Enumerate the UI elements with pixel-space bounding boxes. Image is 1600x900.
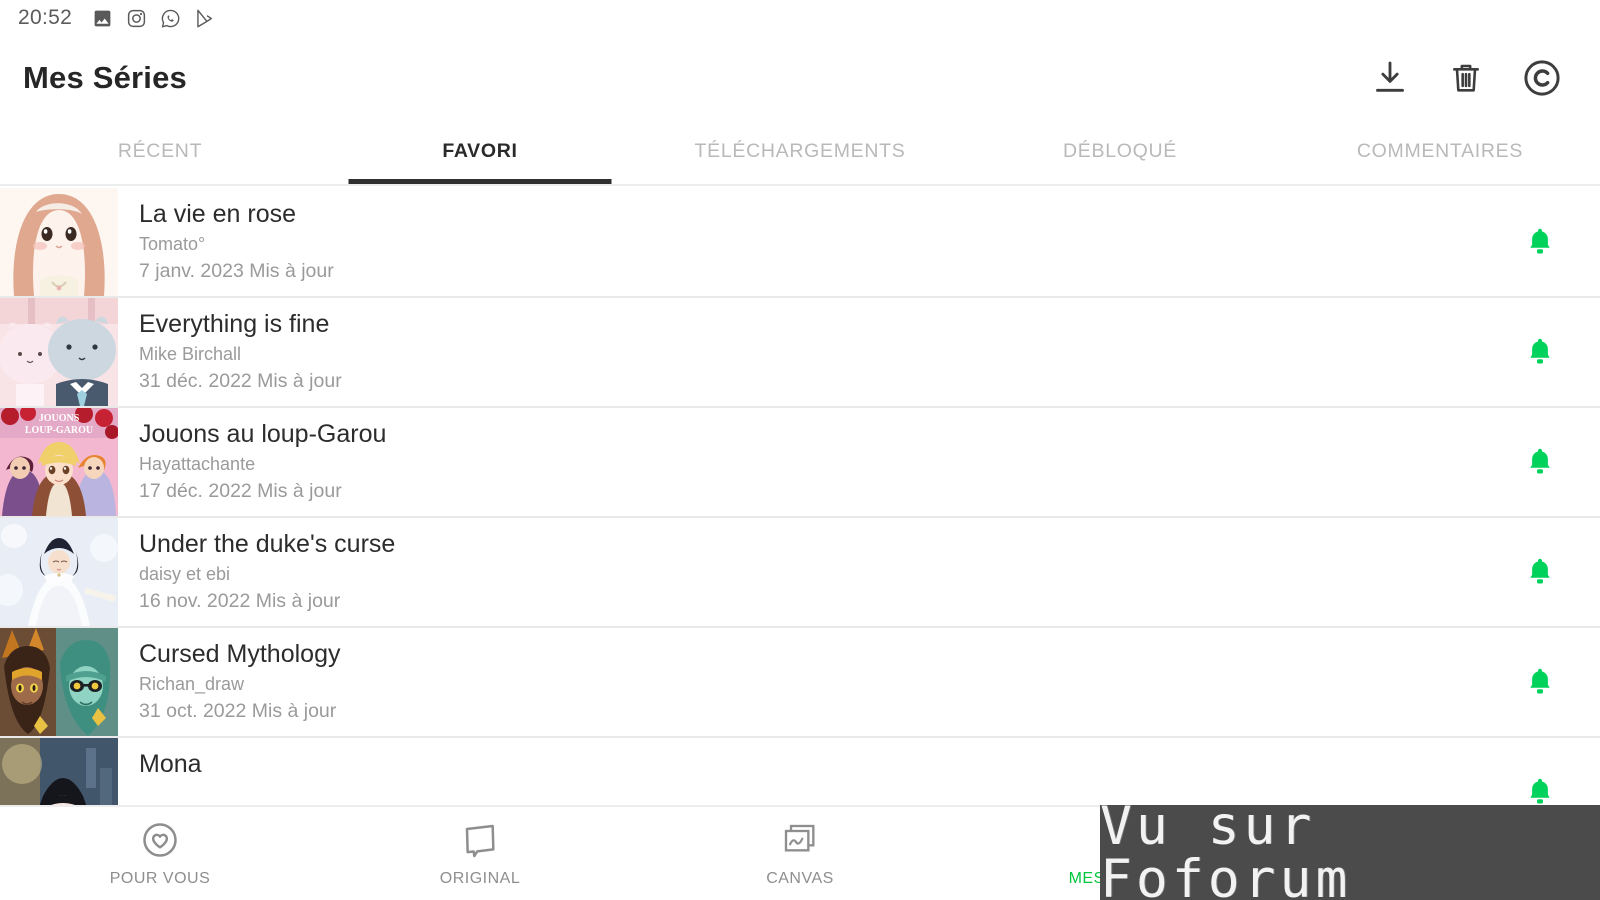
series-title: Jouons au loup-Garou [139, 420, 387, 448]
tab-bar: RÉCENT FAVORI TÉLÉCHARGEMENTS DÉBLOQUÉ C… [0, 119, 1600, 186]
series-title: La vie en rose [139, 200, 297, 228]
notification-toggle[interactable] [1480, 738, 1600, 805]
notification-toggle[interactable] [1480, 408, 1600, 516]
bell-icon [1525, 336, 1555, 368]
tab-telechargements[interactable]: TÉLÉCHARGEMENTS [640, 119, 960, 184]
series-author: Tomato° [139, 234, 206, 254]
trash-icon [1446, 58, 1486, 98]
watermark-overlay: Vu sur Foforum [1100, 805, 1600, 900]
notification-toggle[interactable] [1480, 628, 1600, 736]
notification-toggle[interactable] [1480, 298, 1600, 406]
tab-label: TÉLÉCHARGEMENTS [694, 140, 906, 162]
heart-circle-icon [140, 819, 180, 861]
tab-favori[interactable]: FAVORI [320, 119, 640, 184]
bell-icon [1525, 226, 1555, 258]
thumb-under-the-dukes-curse [0, 518, 118, 626]
row-body: Jouons au loup-Garou Hayattachante 17 dé… [118, 408, 1480, 516]
app-bar-actions [1369, 57, 1600, 99]
row-body: Mona [118, 738, 1480, 805]
copyright-icon [1521, 57, 1563, 99]
canvas-cards-icon [780, 819, 820, 861]
thumb-jouons-au-loup-garou: JOUONS LOUP-GAROU [0, 408, 118, 516]
notification-toggle[interactable] [1480, 188, 1600, 296]
play-store-icon [194, 8, 215, 29]
nav-label: CANVAS [766, 870, 834, 887]
status-notification-icons [92, 8, 215, 29]
series-author: Mike Birchall [139, 344, 242, 364]
series-title: Mona [139, 750, 202, 778]
table-row[interactable]: Mona [0, 738, 1600, 805]
thumb-cursed-mythology [0, 628, 118, 736]
series-title: Cursed Mythology [139, 640, 341, 668]
notification-toggle[interactable] [1480, 518, 1600, 626]
bell-icon [1525, 556, 1555, 588]
page-title: Mes Séries [23, 59, 187, 95]
status-clock: 20:52 [18, 6, 73, 29]
series-date: 7 janv. 2023 Mis à jour [139, 260, 334, 282]
series-date: 16 nov. 2022 Mis à jour [139, 590, 341, 612]
watermark-text: Vu sur Foforum [1100, 805, 1352, 900]
series-title: Under the duke's curse [139, 530, 396, 558]
photo-icon [92, 8, 113, 29]
tab-label: DÉBLOQUÉ [1063, 140, 1177, 162]
tab-debloque[interactable]: DÉBLOQUÉ [960, 119, 1280, 184]
thumb-everything-is-fine [0, 298, 118, 406]
whatsapp-icon [160, 8, 181, 29]
nav-label: ORIGINAL [439, 870, 521, 887]
tab-commentaires[interactable]: COMMENTAIRES [1280, 119, 1600, 184]
svg-text:LOUP-GAROU: LOUP-GAROU [25, 425, 93, 436]
series-date: 17 déc. 2022 Mis à jour [139, 480, 342, 502]
series-date: 31 déc. 2022 Mis à jour [139, 370, 342, 392]
row-body: Everything is fine Mike Birchall 31 déc.… [118, 298, 1480, 406]
copyright-button[interactable] [1521, 57, 1563, 99]
series-title: Everything is fine [139, 310, 330, 338]
table-row[interactable]: Under the duke's curse daisy et ebi 16 n… [0, 518, 1600, 628]
delete-button[interactable] [1445, 57, 1487, 99]
download-icon [1370, 58, 1410, 98]
row-body: Under the duke's curse daisy et ebi 16 n… [118, 518, 1480, 626]
app-root: 20:52 Mes Séries RÉCENT FAVORI TÉLÉCHARG… [0, 0, 1600, 900]
instagram-icon [126, 8, 147, 29]
speech-flag-icon [460, 819, 500, 861]
app-bar: Mes Séries [0, 36, 1600, 119]
tab-recent[interactable]: RÉCENT [0, 119, 320, 184]
table-row[interactable]: Cursed Mythology Richan_draw 31 oct. 202… [0, 628, 1600, 738]
nav-label: POUR VOUS [109, 870, 211, 887]
table-row[interactable]: La vie en rose Tomato° 7 janv. 2023 Mis … [0, 188, 1600, 298]
status-bar: 20:52 [0, 0, 1600, 36]
svg-text:JOUONS: JOUONS [39, 413, 80, 424]
bell-icon [1525, 776, 1555, 805]
nav-item-pour-vous[interactable]: POUR VOUS [0, 807, 320, 900]
download-button[interactable] [1369, 57, 1411, 99]
series-author: daisy et ebi [139, 564, 231, 584]
nav-item-canvas[interactable]: CANVAS [640, 807, 960, 900]
series-list[interactable]: La vie en rose Tomato° 7 janv. 2023 Mis … [0, 188, 1600, 805]
series-date: 31 oct. 2022 Mis à jour [139, 700, 337, 722]
row-body: La vie en rose Tomato° 7 janv. 2023 Mis … [118, 188, 1480, 296]
bell-icon [1525, 446, 1555, 478]
tab-label: COMMENTAIRES [1356, 140, 1524, 162]
tab-label: FAVORI [442, 140, 518, 162]
thumb-mona [0, 738, 118, 805]
tab-label: RÉCENT [117, 140, 203, 162]
thumb-la-vie-en-rose [0, 188, 118, 296]
table-row[interactable]: Everything is fine Mike Birchall 31 déc.… [0, 298, 1600, 408]
bell-icon [1525, 666, 1555, 698]
table-row[interactable]: JOUONS LOUP-GAROU Jouons au loup-Garou H… [0, 408, 1600, 518]
row-body: Cursed Mythology Richan_draw 31 oct. 202… [118, 628, 1480, 736]
series-author: Richan_draw [139, 674, 245, 694]
series-author: Hayattachante [139, 454, 256, 474]
nav-item-original[interactable]: ORIGINAL [320, 807, 640, 900]
